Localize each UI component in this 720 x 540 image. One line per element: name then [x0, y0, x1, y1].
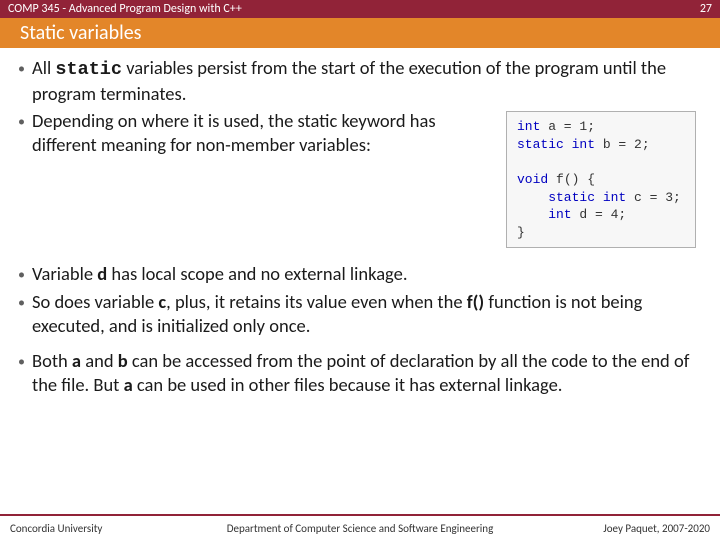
bullet-dot: • — [18, 56, 32, 105]
footer-right: Joey Paquet, 2007-2020 — [603, 522, 710, 535]
text-fragment: and — [81, 349, 118, 372]
text-fragment: All — [32, 56, 55, 79]
var-b: b — [118, 349, 128, 372]
bullet-3: • Variable d has local scope and no exte… — [18, 262, 702, 286]
code-text: c = 3; — [626, 190, 681, 205]
bullet-dot: • — [18, 290, 32, 337]
text-fragment: can be used in other files because it ha… — [133, 373, 563, 396]
code-text: a = 1; — [540, 119, 595, 134]
code-kw: int — [517, 207, 572, 222]
code-kw: int — [517, 119, 540, 134]
bullet-text: Depending on where it is used, the stati… — [32, 109, 494, 156]
text-fragment: So does variable — [32, 290, 158, 313]
text-fragment: Variable — [32, 262, 97, 285]
text-fragment: Both — [32, 349, 72, 372]
bullet-dot: • — [18, 262, 32, 286]
page-number: 27 — [700, 2, 712, 16]
bullet-text: Both a and b can be accessed from the po… — [32, 349, 702, 396]
var-a: a — [72, 349, 81, 372]
code-text: f() { — [548, 172, 595, 187]
code-kw: static int — [517, 190, 626, 205]
bullet-5: • Both a and b can be accessed from the … — [18, 349, 702, 396]
slide-title-bar: Static variables — [0, 18, 720, 48]
course-title: COMP 345 - Advanced Program Design with … — [8, 2, 242, 16]
code-kw: static int — [517, 137, 595, 152]
code-text: } — [517, 225, 525, 240]
code-snippet: int a = 1; static int b = 2; void f() { … — [506, 111, 696, 248]
var-d: d — [97, 262, 107, 285]
bullet-text: All static variables persist from the st… — [32, 56, 702, 105]
slide-content: • All static variables persist from the … — [0, 48, 720, 397]
text-fragment: variables persist from the start of the … — [32, 56, 666, 105]
var-c: c — [158, 290, 166, 313]
bullet-dot: • — [18, 349, 32, 396]
footer-left: Concordia University — [10, 522, 102, 535]
code-kw: void — [517, 172, 548, 187]
keyword-static: static — [55, 59, 122, 80]
text-fragment: has local scope and no external linkage. — [107, 262, 407, 285]
footer-center: Department of Computer Science and Softw… — [227, 522, 494, 535]
code-text: b = 2; — [595, 137, 650, 152]
var-a: a — [124, 373, 133, 396]
bullet-text: So does variable c, plus, it retains its… — [32, 290, 702, 337]
bullet-text: Variable d has local scope and no extern… — [32, 262, 702, 286]
bullet-2: • Depending on where it is used, the sta… — [18, 109, 494, 156]
bullet-dot: • — [18, 109, 32, 156]
code-text: d = 4; — [572, 207, 627, 222]
fn-f: f() — [467, 290, 484, 313]
course-header: COMP 345 - Advanced Program Design with … — [0, 0, 720, 18]
text-fragment: , plus, it retains its value even when t… — [166, 290, 467, 313]
slide-title: Static variables — [20, 21, 142, 45]
bullet-1: • All static variables persist from the … — [18, 56, 702, 105]
slide-footer: Concordia University Department of Compu… — [0, 514, 720, 540]
bullet-4: • So does variable c, plus, it retains i… — [18, 290, 702, 337]
